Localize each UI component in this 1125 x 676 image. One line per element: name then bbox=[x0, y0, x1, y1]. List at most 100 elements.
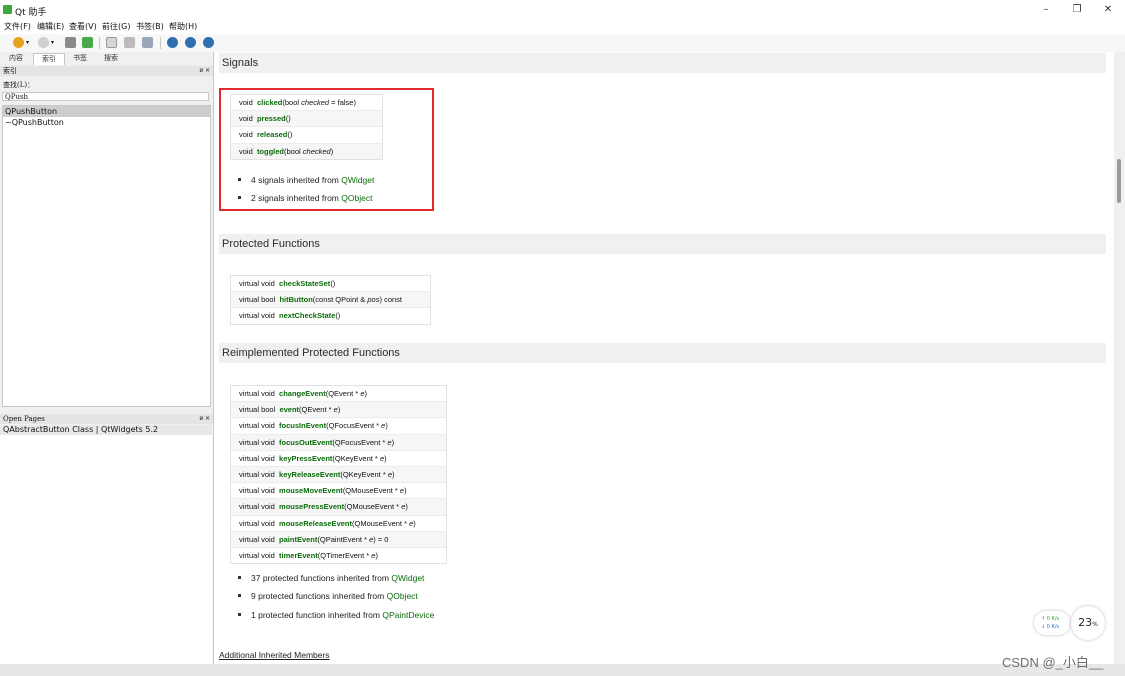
reimpl-inherited-qwidget: 37 protected functions inherited from QW… bbox=[238, 573, 424, 583]
function-row: virtual void mouseMoveEvent(QMouseEvent … bbox=[231, 483, 446, 500]
section-signals-heading: Signals bbox=[219, 53, 1106, 73]
function-name-link[interactable]: keyReleaseEvent bbox=[279, 470, 340, 479]
open-page-item[interactable]: QAbstractButton Class | QtWidgets 5.2 bbox=[0, 425, 212, 435]
index-search-input[interactable]: QPush bbox=[2, 92, 209, 101]
open-pages-list: QAbstractButton Class | QtWidgets 5.2 bbox=[0, 425, 212, 666]
find-icon[interactable] bbox=[142, 37, 153, 48]
function-name-link[interactable]: nextCheckState bbox=[279, 311, 335, 320]
menu-go[interactable]: 前往(G) bbox=[102, 21, 130, 32]
dock-float-close-buttons[interactable]: ø × bbox=[199, 414, 210, 424]
menu-edit[interactable]: 编辑(E) bbox=[37, 21, 64, 32]
menu-help[interactable]: 帮助(H) bbox=[169, 21, 197, 32]
function-args: (QFocusEvent * bbox=[332, 437, 388, 447]
index-item-qpushbutton[interactable]: QPushButton bbox=[3, 106, 210, 117]
function-row: virtual void mousePressEvent(QMouseEvent… bbox=[231, 499, 446, 516]
bullet-icon bbox=[238, 576, 241, 579]
function-name-link[interactable]: focusOutEvent bbox=[279, 438, 332, 447]
menu-bar: 文件(F) 编辑(E) 查看(V) 前往(G) 书签(B) 帮助(H) bbox=[0, 20, 1125, 34]
sync-icon[interactable] bbox=[82, 37, 93, 48]
menu-bookmarks[interactable]: 书签(B) bbox=[136, 21, 164, 32]
download-speed: ↓ 0 K/s bbox=[1041, 624, 1060, 630]
index-item-destructor[interactable]: ~QPushButton bbox=[3, 117, 210, 128]
close-button[interactable]: ✕ bbox=[1093, 2, 1123, 18]
toolbar: ▾ ▾ bbox=[0, 34, 1125, 53]
menu-file[interactable]: 文件(F) bbox=[4, 21, 31, 32]
function-name-link[interactable]: mouseReleaseEvent bbox=[279, 519, 352, 528]
tab-index[interactable]: 索引 bbox=[33, 53, 65, 65]
open-pages-dock-title: Open Pages ø × bbox=[0, 414, 213, 424]
function-name-link[interactable]: mouseMoveEvent bbox=[279, 486, 343, 495]
index-dock-label: 索引 bbox=[3, 67, 17, 75]
home-icon[interactable] bbox=[65, 37, 76, 48]
function-args: (QEvent * bbox=[299, 405, 334, 415]
maximize-button[interactable]: ❐ bbox=[1062, 2, 1092, 18]
zoom-reset-icon[interactable] bbox=[203, 37, 214, 48]
watermark: CSDN @_小白__ bbox=[1002, 655, 1104, 670]
function-args: (const QPoint & bbox=[312, 295, 368, 305]
function-args: (QMouseEvent * bbox=[351, 518, 410, 528]
return-type: virtual void bbox=[239, 279, 275, 288]
function-args: () bbox=[335, 311, 341, 321]
menu-view[interactable]: 查看(V) bbox=[69, 21, 97, 32]
function-name-link[interactable]: mousePressEvent bbox=[279, 502, 344, 511]
return-type: virtual void bbox=[239, 534, 275, 544]
function-args: () bbox=[330, 279, 336, 288]
return-type: virtual void bbox=[239, 421, 275, 431]
zoom-out-icon[interactable] bbox=[185, 37, 196, 48]
window-title: Qt 助手 bbox=[15, 8, 47, 18]
function-row: virtual void keyPressEvent(QKeyEvent * e… bbox=[231, 451, 446, 467]
cpu-usage-widget: 23% bbox=[1071, 606, 1105, 640]
copy-icon[interactable] bbox=[106, 37, 117, 48]
minimize-button[interactable]: – bbox=[1031, 2, 1061, 18]
scrollbar-thumb[interactable] bbox=[1117, 159, 1121, 203]
section-reimplemented-heading: Reimplemented Protected Functions bbox=[219, 343, 1106, 363]
protected-functions-table: virtual void checkStateSet() virtual bool… bbox=[230, 275, 431, 325]
function-name-link[interactable]: keyPressEvent bbox=[279, 454, 332, 463]
function-args-end: ) bbox=[337, 405, 341, 415]
back-menu-icon[interactable]: ▾ bbox=[26, 37, 32, 48]
function-args: (QTimerEvent * bbox=[317, 550, 372, 560]
network-speed-widget: ↑ 0 K/s ↓ 0 K/s bbox=[1034, 611, 1070, 635]
function-name-link[interactable]: changeEvent bbox=[279, 389, 326, 398]
tab-contents[interactable]: 内容 bbox=[3, 53, 29, 64]
function-args-end: ) bbox=[404, 486, 407, 496]
back-icon[interactable] bbox=[13, 37, 24, 48]
forward-menu-icon[interactable]: ▾ bbox=[51, 37, 57, 48]
function-name-link[interactable]: event bbox=[279, 405, 299, 414]
function-name-link[interactable]: timerEvent bbox=[279, 551, 318, 560]
function-name-link[interactable]: checkStateSet bbox=[279, 279, 330, 288]
index-list: QPushButton ~QPushButton bbox=[2, 105, 211, 407]
link-qwidget[interactable]: QWidget bbox=[391, 573, 424, 583]
link-qobject[interactable]: QObject bbox=[387, 591, 418, 601]
sidebar-tabs: 内容 索引 书签 搜索 bbox=[0, 52, 213, 65]
zoom-in-icon[interactable] bbox=[167, 37, 178, 48]
link-qpaintdevice[interactable]: QPaintDevice bbox=[382, 610, 434, 620]
function-args: (QFocusEvent * bbox=[326, 421, 382, 431]
inherited-text: 37 protected functions inherited from bbox=[251, 573, 392, 583]
dock-float-close-buttons[interactable]: ø × bbox=[199, 66, 210, 76]
function-name-link[interactable]: focusInEvent bbox=[279, 421, 326, 430]
forward-icon[interactable] bbox=[38, 37, 49, 48]
function-row: virtual void focusInEvent(QFocusEvent * … bbox=[231, 418, 446, 435]
function-args-end: ) bbox=[385, 421, 388, 431]
function-row: virtual bool event(QEvent * e) bbox=[231, 402, 446, 419]
bullet-icon bbox=[238, 594, 241, 597]
additional-inherited-members-link[interactable]: Additional Inherited Members bbox=[219, 650, 330, 660]
return-type: virtual void bbox=[239, 469, 275, 479]
function-row: virtual void mouseReleaseEvent(QMouseEve… bbox=[231, 516, 446, 532]
function-args: (QMouseEvent * bbox=[344, 502, 402, 512]
print-icon[interactable] bbox=[124, 37, 135, 48]
open-pages-label: Open Pages bbox=[3, 415, 45, 423]
tab-search[interactable]: 搜索 bbox=[97, 53, 125, 64]
function-name-link[interactable]: hitButton bbox=[279, 295, 312, 304]
function-args-end: ) bbox=[364, 389, 368, 398]
function-row: virtual void keyReleaseEvent(QKeyEvent *… bbox=[231, 466, 446, 484]
function-args: (QKeyEvent * bbox=[340, 469, 388, 479]
tab-bookmarks[interactable]: 书签 bbox=[66, 53, 94, 64]
content-scrollbar[interactable] bbox=[1114, 52, 1125, 664]
function-name-link[interactable]: paintEvent bbox=[279, 535, 317, 544]
function-args-end: ) bbox=[413, 518, 416, 528]
reimpl-inherited-qobject: 9 protected functions inherited from QOb… bbox=[238, 591, 418, 601]
function-row: virtual void nextCheckState() bbox=[231, 308, 430, 323]
function-args: (QEvent * bbox=[325, 389, 361, 398]
